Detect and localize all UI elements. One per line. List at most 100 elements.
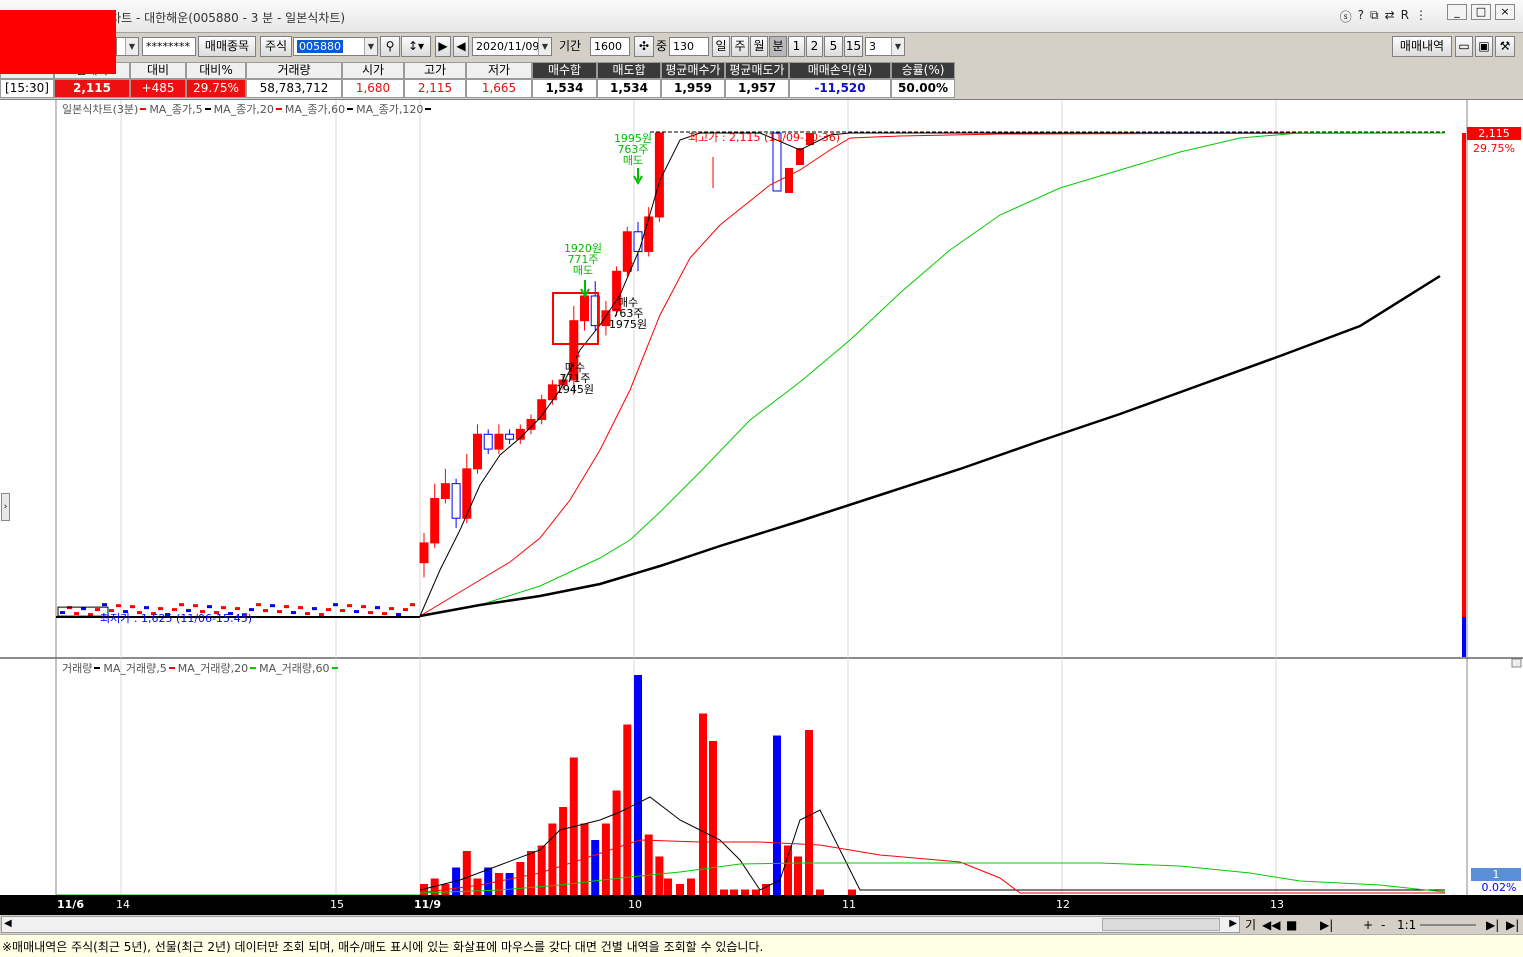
prev-icon[interactable]: ◀ [453,36,469,57]
zoom-slider[interactable] [1420,924,1476,926]
flat-candle [319,613,324,617]
minute-2-button[interactable]: 2 [806,36,823,57]
scroll-right-icon[interactable]: ▶ [1229,918,1237,929]
unit-week-button[interactable]: 주 [731,36,749,57]
minute-5-button[interactable]: 5 [824,36,843,57]
candle-body [785,168,793,193]
chart-area[interactable]: 최고가 : 2,115 (11/09-10:36) 최저가 : 1,625 (11… [0,99,1523,915]
flat-candle [235,607,240,611]
close-button[interactable]: × [1495,4,1515,20]
unit-month-button[interactable]: 월 [750,36,768,57]
crosshair-icon[interactable]: ✣ [634,36,654,57]
header-12: 매매손익(원) [789,62,891,79]
x-tick-1: 14 [116,898,130,911]
legend-swatch [94,666,101,669]
flat-candle [284,605,289,609]
rewind-icon[interactable]: ◀◀ [1262,917,1280,933]
stock-code-input[interactable]: 005880 ▼ [293,37,378,56]
volume-bar [687,878,695,895]
x-axis: 11/6 14 15 11/9 10 11 12 13 [0,895,1523,915]
sort-icon[interactable]: ↕▾ [401,36,431,57]
value-5: 1,680 [342,79,404,98]
trade-history-button[interactable]: 매매내역 [1392,36,1452,57]
date-input[interactable]: 2020/11/09 ▼ [472,37,552,56]
search-icon[interactable]: ⚲ [380,36,400,57]
wrench-icon[interactable]: ⚒ [1495,36,1515,57]
link-icon[interactable]: ⇄ [1385,8,1395,25]
zoom-in-icon[interactable]: + [1363,917,1373,933]
period-input[interactable]: 1600 [590,37,630,56]
flat-candle [354,610,359,614]
value-8: 1,534 [532,79,597,98]
next-icon[interactable]: ▶ [435,36,451,57]
market-button[interactable]: 주식 [260,36,292,57]
legend-item-1: MA_종가,20 [213,103,274,116]
help-icon[interactable]: ⓢ [1340,8,1352,25]
r-icon[interactable]: R [1401,8,1409,25]
header-6: 고가 [404,62,466,79]
scroll-left-icon[interactable]: ◀ [4,918,12,929]
step-icon[interactable]: ▶| [1320,917,1333,933]
legend-swatch [331,666,338,669]
price-volume-chart[interactable]: 최고가 : 2,115 (11/09-10:36) 최저가 : 1,625 (11… [0,100,1523,896]
settings-icon[interactable]: ⋮ [1415,8,1427,25]
volume-bar [644,834,653,895]
zoom-out-icon[interactable]: - [1381,917,1385,933]
middle-label: 중 [656,39,668,53]
volume-bar [537,845,546,895]
question-icon[interactable]: ? [1358,8,1364,25]
sell1-label-2: 매도 [573,264,593,277]
value-12: -11,520 [789,79,891,98]
header-3: 대비% [186,62,246,79]
window-icon[interactable]: ⧉ [1370,8,1379,25]
stop-icon[interactable]: ■ [1286,917,1297,933]
candle-body [430,497,440,544]
scroll-thumb[interactable] [1102,918,1220,931]
candle-body [580,295,589,322]
trade-items-button[interactable]: 매매종목 [198,36,256,57]
volume-bar [676,884,684,895]
horizontal-scrollbar[interactable]: ◀ ▶ [1,916,1240,933]
minimize-button[interactable]: _ [1447,4,1467,20]
legend-swatch [140,107,147,110]
flat-candle [347,604,352,608]
bottom-controls: ◀ ▶ 기 ◀◀ ■ ▶| + - 1:1 ▶| ▶| [0,915,1523,935]
chevron-down-icon: ▼ [891,38,904,55]
redacted-area [0,10,116,74]
minute-1-button[interactable]: 1 [788,36,805,57]
time-value: [15:30] [0,79,54,98]
sell-arrow-icon [633,168,643,186]
middle-input[interactable]: 130 [669,37,709,56]
side-panel-toggle[interactable]: › [1,493,10,521]
maximize-button[interactable]: □ [1471,4,1491,20]
ctrl-gi[interactable]: 기 [1245,917,1256,933]
header-7: 저가 [466,62,532,79]
save-icon[interactable]: ▣ [1475,36,1493,57]
legend-title: 일본식차트(3분) [62,103,139,116]
account-dropdown[interactable]: ▼ [116,37,139,56]
flat-candle [298,606,303,610]
volume-legend: 거래량 MA_거래량,5 MA_거래량,20 MA_거래량,60 [62,660,341,676]
volume-bar [655,856,664,895]
minute-15-button[interactable]: 15 [844,36,863,57]
chevron-down-icon: ▼ [125,38,138,55]
unit-minute-button[interactable]: 분 [769,36,787,57]
vol-tag-text: 1 [1493,868,1500,881]
header-13: 승률(%) [891,62,955,79]
legend-item-2: MA_거래량,60 [259,662,330,675]
price-legend: 일본식차트(3분) MA_종가,5 MA_종가,20 MA_종가,60 MA_종가,12… [62,101,434,117]
flat-candle [361,605,366,609]
folder-icon[interactable]: ▭ [1455,36,1473,57]
flat-candle [340,609,345,613]
end-icon[interactable]: ▶| [1486,917,1499,933]
unit-day-button[interactable]: 일 [712,36,730,57]
status-text: ※매매내역은 주식(최근 5년), 선물(최근 2년) 데이터만 조회 되며, … [2,940,764,954]
value-11: 1,957 [725,79,789,98]
password-field[interactable]: ******** [142,37,196,56]
flat-candle [396,613,401,617]
end-icon-2[interactable]: ▶| [1506,917,1519,933]
vol-tag-pct: 0.02% [1482,881,1517,894]
minute-input[interactable]: 3 ▼ [865,37,905,56]
candle-body [483,433,493,450]
flat-candle [368,611,373,615]
